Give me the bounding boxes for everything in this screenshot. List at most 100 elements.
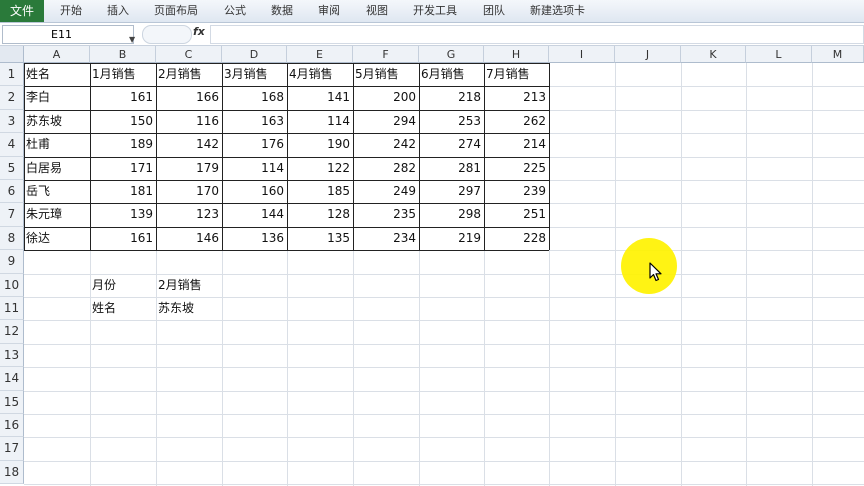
sales-cell[interactable]: 181	[90, 180, 156, 203]
name-cell[interactable]: 徐达	[24, 227, 90, 250]
sales-cell[interactable]: 185	[287, 180, 353, 203]
name-cell[interactable]: 白居易	[24, 157, 90, 180]
row-header-12[interactable]: 12	[0, 320, 24, 344]
lookup-month-label[interactable]: 月份	[90, 274, 156, 297]
sales-cell[interactable]: 179	[156, 157, 222, 180]
column-header-a[interactable]: A	[24, 46, 90, 63]
column-header-m[interactable]: M	[812, 46, 864, 63]
column-header-i[interactable]: I	[549, 46, 615, 63]
sales-cell[interactable]: 213	[484, 86, 549, 109]
sales-cell[interactable]: 234	[353, 227, 419, 250]
sales-cell[interactable]: 135	[287, 227, 353, 250]
row-header-5[interactable]: 5	[0, 156, 24, 180]
sales-cell[interactable]: 242	[353, 133, 419, 156]
row-header-7[interactable]: 7	[0, 203, 24, 227]
sales-cell[interactable]: 235	[353, 203, 419, 226]
column-header-h[interactable]: H	[484, 46, 549, 63]
lookup-name-label[interactable]: 姓名	[90, 297, 156, 320]
sales-cell[interactable]: 168	[222, 86, 287, 109]
row-header-9[interactable]: 9	[0, 250, 24, 274]
tab-insert[interactable]: 插入	[107, 0, 129, 22]
column-header-b[interactable]: B	[90, 46, 156, 63]
sales-cell[interactable]: 294	[353, 110, 419, 133]
row-header-16[interactable]: 16	[0, 414, 24, 438]
sales-cell[interactable]: 170	[156, 180, 222, 203]
sales-cell[interactable]: 274	[419, 133, 484, 156]
table-header-cell[interactable]: 7月销售	[484, 63, 549, 86]
row-header-13[interactable]: 13	[0, 343, 24, 368]
sales-cell[interactable]: 146	[156, 227, 222, 250]
column-header-k[interactable]: K	[681, 46, 746, 63]
table-header-cell[interactable]: 姓名	[24, 63, 90, 86]
sales-cell[interactable]: 253	[419, 110, 484, 133]
name-cell[interactable]: 岳飞	[24, 180, 90, 203]
sales-cell[interactable]: 141	[287, 86, 353, 109]
table-header-cell[interactable]: 3月销售	[222, 63, 287, 86]
sales-cell[interactable]: 298	[419, 203, 484, 226]
sales-cell[interactable]: 161	[90, 227, 156, 250]
sales-cell[interactable]: 136	[222, 227, 287, 250]
sales-cell[interactable]: 171	[90, 157, 156, 180]
tab-formulas[interactable]: 公式	[224, 0, 246, 22]
sales-cell[interactable]: 114	[222, 157, 287, 180]
name-cell[interactable]: 杜甫	[24, 133, 90, 156]
tab-developer[interactable]: 开发工具	[413, 0, 457, 22]
sales-cell[interactable]: 249	[353, 180, 419, 203]
table-header-cell[interactable]: 2月销售	[156, 63, 222, 86]
row-header-11[interactable]: 11	[0, 297, 24, 321]
sales-cell[interactable]: 190	[287, 133, 353, 156]
tab-review[interactable]: 审阅	[318, 0, 340, 22]
insert-function-icon[interactable]: fx	[193, 25, 205, 38]
sales-cell[interactable]: 144	[222, 203, 287, 226]
sales-cell[interactable]: 239	[484, 180, 549, 203]
sales-cell[interactable]: 189	[90, 133, 156, 156]
lookup-name-value[interactable]: 苏东坡	[156, 297, 222, 320]
sales-cell[interactable]: 214	[484, 133, 549, 156]
row-header-10[interactable]: 10	[0, 273, 24, 297]
column-header-e[interactable]: E	[287, 46, 353, 63]
column-header-c[interactable]: C	[156, 46, 222, 63]
column-header-f[interactable]: F	[353, 46, 419, 63]
row-header-15[interactable]: 15	[0, 390, 24, 414]
row-header-17[interactable]: 17	[0, 437, 24, 461]
sales-cell[interactable]: 142	[156, 133, 222, 156]
name-box[interactable]: E11 ▼	[2, 25, 135, 44]
lookup-month-value[interactable]: 2月销售	[156, 274, 222, 297]
sales-cell[interactable]: 116	[156, 110, 222, 133]
sales-cell[interactable]: 128	[287, 203, 353, 226]
tab-new-tab[interactable]: 新建选项卡	[530, 0, 585, 22]
row-header-18[interactable]: 18	[0, 460, 24, 485]
formula-input[interactable]	[210, 25, 864, 44]
sales-cell[interactable]: 251	[484, 203, 549, 226]
sales-cell[interactable]: 282	[353, 157, 419, 180]
tab-team[interactable]: 团队	[483, 0, 505, 22]
sales-cell[interactable]: 163	[222, 110, 287, 133]
sales-cell[interactable]: 161	[90, 86, 156, 109]
column-header-d[interactable]: D	[222, 46, 287, 63]
name-cell[interactable]: 李白	[24, 86, 90, 109]
sales-cell[interactable]: 281	[419, 157, 484, 180]
sales-cell[interactable]: 225	[484, 157, 549, 180]
sales-cell[interactable]: 262	[484, 110, 549, 133]
select-all-button[interactable]	[0, 46, 24, 63]
column-header-l[interactable]: L	[746, 46, 812, 63]
sales-cell[interactable]: 219	[419, 227, 484, 250]
sales-cell[interactable]: 200	[353, 86, 419, 109]
tab-page-layout[interactable]: 页面布局	[154, 0, 198, 22]
table-header-cell[interactable]: 5月销售	[353, 63, 419, 86]
row-header-1[interactable]: 1	[0, 63, 24, 87]
tab-home[interactable]: 开始	[60, 0, 82, 22]
sales-cell[interactable]: 114	[287, 110, 353, 133]
table-header-cell[interactable]: 4月销售	[287, 63, 353, 86]
sales-cell[interactable]: 228	[484, 227, 549, 250]
row-header-2[interactable]: 2	[0, 86, 24, 110]
sales-cell[interactable]: 122	[287, 157, 353, 180]
name-cell[interactable]: 朱元璋	[24, 203, 90, 226]
row-header-8[interactable]: 8	[0, 226, 24, 251]
sales-cell[interactable]: 160	[222, 180, 287, 203]
tab-data[interactable]: 数据	[271, 0, 293, 22]
table-header-cell[interactable]: 1月销售	[90, 63, 156, 86]
sales-cell[interactable]: 166	[156, 86, 222, 109]
row-header-14[interactable]: 14	[0, 367, 24, 391]
tab-file[interactable]: 文件	[0, 0, 44, 22]
